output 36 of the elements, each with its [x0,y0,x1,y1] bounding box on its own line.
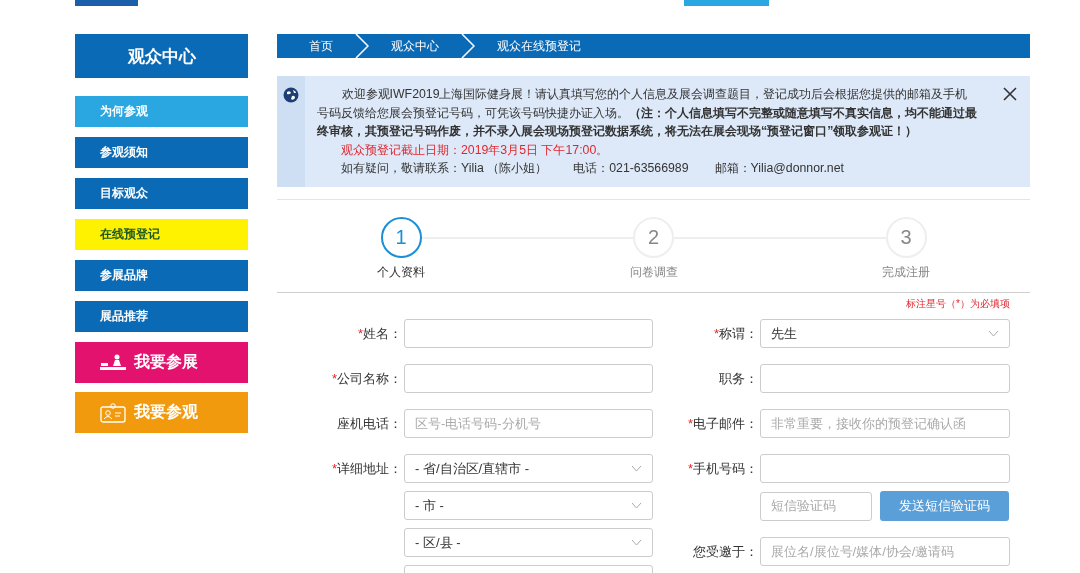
sidebar-item[interactable]: 目标观众 [75,178,248,209]
sidebar-item[interactable]: 在线预登记 [75,219,248,250]
field-label: 您受邀于： [692,542,759,561]
sidebar-item[interactable]: 参观须知 [75,137,248,168]
required-note: 标注星号（*）为必填项 [906,297,1010,311]
sidebar-item[interactable]: 展品推荐 [75,301,248,332]
notice-text: 欢迎参观IWF2019上海国际健身展！请认真填写您的个人信息及展会调查题目，登记成功后会根据您提供的邮箱及手机号码反馈给您展会预登记号码，可凭该号码快捷办证入场。（注：个人信息填写不完整或随意填写不真实信息，均不能通过最终审核，其预登记号码作废，并不录入展会现场预登记数据系统，将无法在展会现场“预登记窗口”领取参观证！） [317,86,977,140]
field-label: *详细地址： [330,459,403,478]
breadcrumb-link[interactable]: 首页 [309,37,333,55]
deadline-text: 观众预登记截止日期：2019年3月5日 下午17:00。 [340,141,610,159]
breadcrumb-link[interactable]: 观众在线预登记 [497,37,581,55]
select-field[interactable]: - 省/自治区/直辖市 - [404,454,653,483]
select-field[interactable]: 先生 [760,319,1010,348]
field-label: *姓名： [356,324,403,343]
breadcrumb-link[interactable]: 观众中心 [391,37,439,55]
step-label: 个人资料 [377,264,425,281]
step-circle: 3 [885,217,927,258]
contact-text: 如有疑问，敬请联系：Yilia （陈小姐） [341,160,548,177]
sidebar-item[interactable]: 参展品牌 [75,260,248,291]
select-field[interactable]: - 区/县 - [404,528,653,557]
sidebar-title: 观众中心 [75,34,248,78]
send-code-button[interactable]: 发送短信验证码 [880,491,1009,521]
action-button[interactable]: 我要参展 [75,342,248,383]
step-label: 问卷调查 [629,264,678,281]
step-circle: 2 [633,217,674,258]
step-circle: 1 [380,217,422,258]
field-label: *手机号码： [686,459,759,478]
field-label: *称谓： [712,324,759,343]
step-label: 完成注册 [882,264,930,281]
contact-text: 邮箱：Yilia@donnor.net [714,160,844,177]
field-label: 座机电话： [336,414,403,433]
field-label: 职务： [718,369,759,388]
field-label: *公司名称： [330,369,403,388]
field-label: *电子邮件： [686,414,759,433]
select-field[interactable]: - 市 - [404,491,653,520]
contact-text: 电话：021-63566989 [573,160,689,177]
